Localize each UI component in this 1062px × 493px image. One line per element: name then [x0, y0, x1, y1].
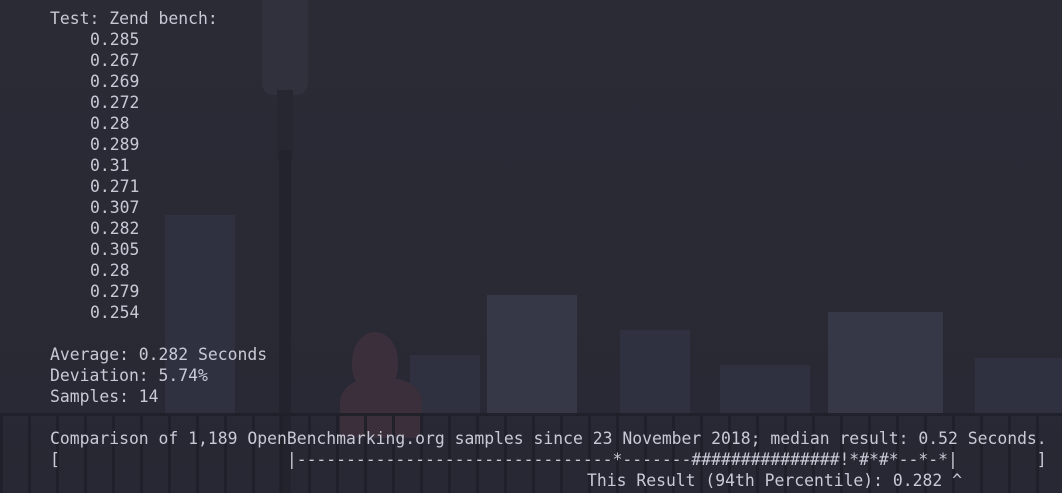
sample-value: 0.305 [90, 240, 140, 259]
sample-value: 0.289 [90, 135, 140, 154]
sample-value: 0.28 [90, 261, 130, 280]
sample-value: 0.254 [90, 303, 140, 322]
comparison-summary: Comparison of 1,189 OpenBenchmarking.org… [50, 429, 1047, 448]
sample-value: 0.271 [90, 177, 140, 196]
sample-value: 0.267 [90, 51, 140, 70]
sample-value: 0.31 [90, 156, 130, 175]
sample-value: 0.307 [90, 198, 140, 217]
terminal-output[interactable]: Test: Zend bench: 0.285 0.267 0.269 0.27… [0, 8, 1062, 493]
sample-value: 0.285 [90, 30, 140, 49]
sample-value: 0.282 [90, 219, 140, 238]
sample-value: 0.279 [90, 282, 140, 301]
sample-value: 0.269 [90, 72, 140, 91]
samples-count: Samples: 14 [50, 387, 159, 406]
average-result: Average: 0.282 Seconds [50, 345, 268, 364]
this-result-percentile: This Result (94th Percentile): 0.282 ^ [587, 471, 962, 490]
percentile-histogram: [ |--------------------------------*----… [50, 450, 1047, 469]
deviation-result: Deviation: 5.74% [50, 366, 208, 385]
sample-value: 0.28 [90, 114, 130, 133]
sample-value: 0.272 [90, 93, 140, 112]
test-header: Test: Zend bench: [50, 9, 218, 28]
